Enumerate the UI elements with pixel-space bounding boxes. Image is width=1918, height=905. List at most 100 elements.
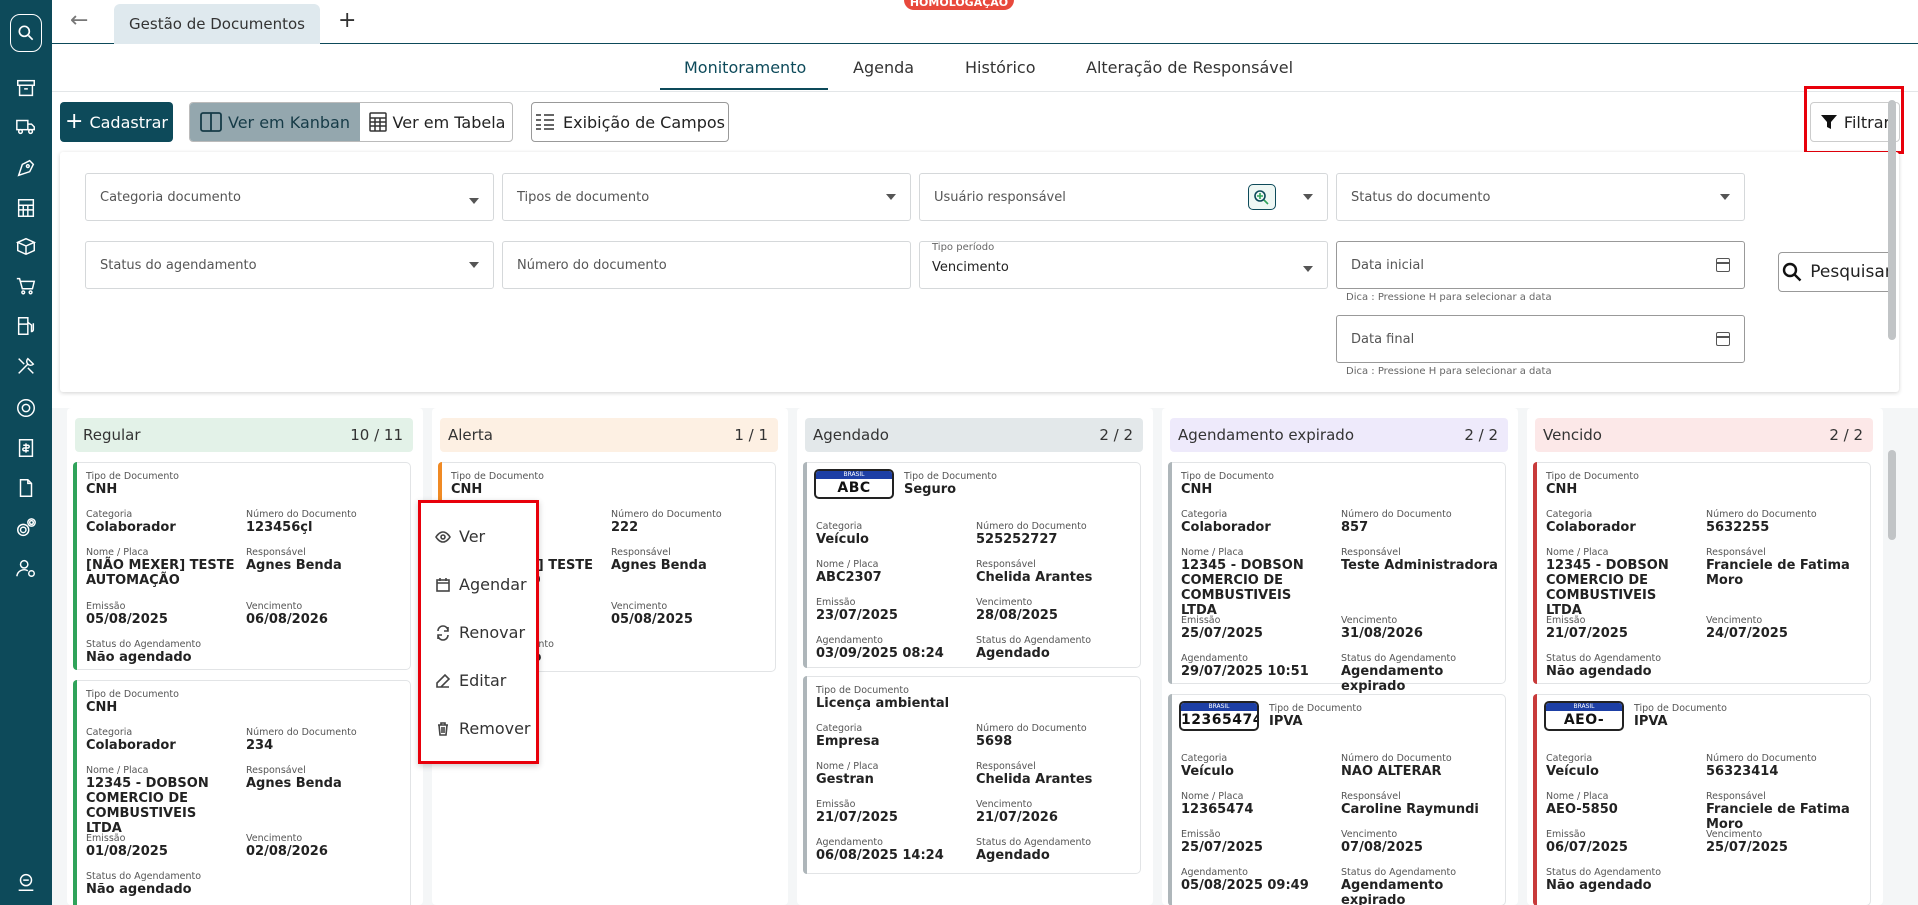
field-display-button[interactable]: Exibição de Campos	[531, 102, 729, 142]
chevron-down-icon	[886, 194, 896, 200]
support-icon[interactable]	[12, 868, 40, 896]
tools-icon[interactable]	[12, 352, 40, 380]
document-card[interactable]: Tipo de Documento CNH Categoria Colaborado…	[1533, 462, 1871, 684]
tire-icon[interactable]	[12, 394, 40, 422]
document-tab[interactable]: Gestão de Documentos	[114, 4, 320, 44]
field-value: Agendado	[976, 848, 1050, 863]
field-value: 07/08/2025	[1341, 840, 1423, 855]
field-value: Franciele de Fatima Moro	[1706, 802, 1850, 832]
menu-item-renovar[interactable]: Renovar	[435, 623, 525, 642]
tab-monitoramento[interactable]: Monitoramento	[684, 58, 806, 77]
field-label: Nome / Placa	[1546, 547, 1609, 558]
menu-item-agendar[interactable]: Agendar	[435, 575, 527, 594]
field-label: Tipo de Documento	[816, 685, 909, 696]
card-field: Emissão 06/07/2025	[1546, 829, 1628, 855]
document-card[interactable]: Tipo de Documento CNH Categoria Colaborado…	[1168, 462, 1506, 694]
card-field: Emissão 25/07/2025	[1181, 615, 1263, 641]
tipo-periodo-value: Vencimento	[932, 260, 1009, 275]
column-count: 2 / 2	[1829, 426, 1863, 444]
card-field: Responsável Agnes Benda	[611, 547, 707, 573]
field-value: Teste Administradora	[1341, 558, 1498, 573]
kanban-scrollbar[interactable]	[1888, 450, 1896, 540]
fuel-icon[interactable]	[12, 312, 40, 340]
document-card[interactable]: BRASILABC 2307 Tipo de DocumentoSeguro C…	[803, 462, 1141, 668]
status-agendamento-placeholder: Status do agendamento	[100, 258, 257, 273]
document-card[interactable]: BRASILAEO-5850 Tipo de DocumentoIPVA Cat…	[1533, 694, 1871, 905]
status-agendamento-select[interactable]: Status do agendamento	[85, 241, 494, 289]
search-icon[interactable]	[10, 14, 42, 52]
menu-item-ver[interactable]: Ver	[435, 527, 485, 546]
back-arrow-icon[interactable]: ←	[70, 8, 88, 33]
field-value: 23/07/2025	[816, 608, 898, 623]
field-label: Tipo de Documento	[1181, 471, 1274, 482]
categoria-select[interactable]: Categoria documento	[85, 173, 494, 221]
data-inicial-input[interactable]: Data inicial	[1336, 241, 1745, 289]
field-label: Tipo de Documento	[1269, 703, 1362, 714]
cart-icon[interactable]	[12, 272, 40, 300]
field-value: 31/08/2026	[1341, 626, 1423, 641]
refresh-icon	[437, 624, 449, 641]
card-field: Responsável Caroline Raymundi	[1341, 791, 1479, 817]
field-value: Seguro	[904, 482, 957, 497]
numero-input[interactable]: Número do documento	[502, 241, 911, 289]
column-agendamento-expirado: Agendamento expirado 2 / 2 Tipo de Docum…	[1162, 408, 1518, 905]
field-label: Agendamento	[816, 837, 883, 848]
field-value: Colaborador	[1546, 520, 1636, 535]
truck-icon[interactable]	[12, 112, 40, 140]
trash-icon	[438, 721, 448, 736]
menu-item-remover[interactable]: Remover	[435, 719, 531, 738]
page-scrollbar[interactable]	[1888, 100, 1896, 340]
field-value: 21/07/2025	[816, 810, 898, 825]
card-field: Responsável Teste Administradora	[1341, 547, 1498, 573]
cadastrar-button[interactable]: + Cadastrar	[60, 102, 173, 142]
card-field: Status do Agendamento Agendado	[976, 837, 1091, 863]
field-value: 06/08/2025 14:24	[816, 848, 944, 863]
tab-agenda[interactable]: Agenda	[853, 58, 914, 77]
box-icon[interactable]	[12, 232, 40, 260]
calculator-icon[interactable]	[12, 194, 40, 222]
field-value: 234	[246, 738, 274, 753]
status-doc-select[interactable]: Status do documento	[1336, 173, 1745, 221]
status-bar	[73, 680, 77, 905]
pesquisar-button[interactable]: Pesquisar	[1778, 252, 1896, 292]
tab-alteracao-responsavel[interactable]: Alteração de Responsável	[1086, 58, 1293, 77]
usuario-select[interactable]: Usuário responsável	[919, 173, 1328, 221]
calendar-icon[interactable]	[1716, 258, 1730, 272]
plate-country: BRASIL	[1546, 703, 1622, 711]
data-final-input[interactable]: Data final	[1336, 315, 1745, 363]
user-search-icon[interactable]	[1248, 184, 1276, 210]
document-card[interactable]: Tipo de Documento CNH Categoria Colaborado…	[73, 462, 411, 670]
tipos-select[interactable]: Tipos de documento	[502, 173, 911, 221]
chevron-down-icon	[1303, 266, 1313, 272]
tipo-periodo-select[interactable]: Tipo período Vencimento	[919, 241, 1328, 289]
field-label: Agendamento	[816, 635, 883, 646]
document-card[interactable]: Tipo de Documento CNH Categoria Colaborado…	[73, 680, 411, 905]
document-icon[interactable]	[12, 474, 40, 502]
document-card[interactable]: BRASIL 12365474 Tipo de Documento IPVA Cat…	[1168, 694, 1506, 905]
add-tab-button[interactable]: +	[338, 8, 356, 33]
column-count: 1 / 1	[734, 426, 768, 444]
kanban-view-button[interactable]: Ver em Kanban	[190, 103, 360, 141]
field-label: Tipo de Documento	[451, 471, 544, 482]
table-view-button[interactable]: Ver em Tabela	[360, 103, 512, 141]
user-settings-icon[interactable]	[12, 554, 40, 582]
field-label: Emissão	[1546, 615, 1586, 626]
archive-icon[interactable]	[12, 74, 40, 102]
field-label: Nome / Placa	[86, 765, 149, 776]
calendar-icon[interactable]	[1716, 332, 1730, 346]
tag-icon[interactable]	[12, 154, 40, 182]
document-card[interactable]: Tipo de Documento Licença ambiental Categ…	[803, 676, 1141, 874]
active-tab-indicator	[660, 88, 828, 90]
field-value: 25/07/2025	[1706, 840, 1788, 855]
field-label: Tipo de Documento	[1546, 471, 1639, 482]
main-area: ← Gestão de Documentos + HOMOLOGAÇÃO Mon…	[52, 0, 1918, 905]
tab-historico[interactable]: Histórico	[965, 58, 1035, 77]
field-value: 123456çl	[246, 520, 313, 535]
field-value: Franciele de Fatima Moro	[1706, 558, 1850, 588]
card-field: Nome / Placa 12345 - DOBSON COMERCIO DE C…	[1546, 547, 1696, 618]
card-field: Número do Documento 5632255	[1706, 509, 1817, 535]
money-icon[interactable]	[12, 434, 40, 462]
menu-item-editar[interactable]: Editar	[435, 671, 506, 690]
settings-icon[interactable]	[12, 514, 40, 542]
field-label: Tipo de Documento	[86, 471, 179, 482]
